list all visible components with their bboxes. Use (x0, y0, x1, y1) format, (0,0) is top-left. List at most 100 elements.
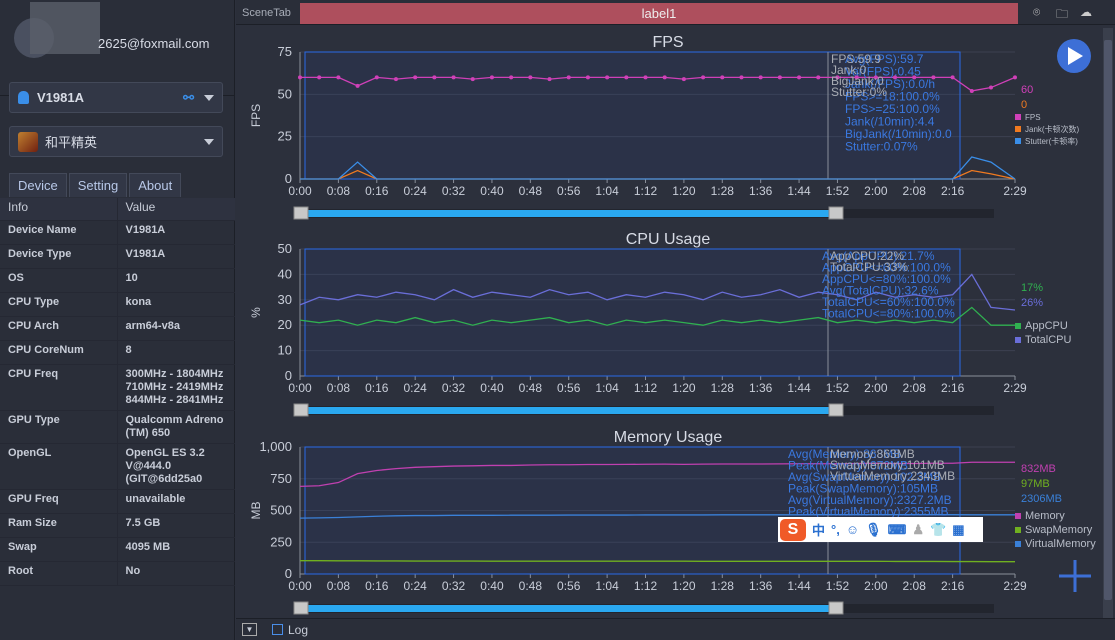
x-tick-label: 2:16 (941, 579, 965, 593)
y-tick-label: 75 (278, 44, 292, 59)
column-header: Value (117, 198, 235, 221)
x-tick-label: 0:16 (365, 381, 389, 395)
chart-title: Memory Usage (614, 429, 723, 446)
x-tick-label: 2:08 (903, 579, 927, 593)
location-icon[interactable]: ⌾ (1033, 5, 1047, 19)
x-tick-label: 1:36 (749, 381, 773, 395)
x-tick-label: 0:24 (403, 184, 427, 198)
range-slider-handle-end[interactable] (828, 206, 844, 220)
scene-tab[interactable]: SceneTab (242, 7, 291, 19)
fps-point (681, 77, 686, 82)
x-tick-label: 1:12 (634, 381, 658, 395)
x-tick-label: 0:08 (327, 184, 351, 198)
y-tick-label: 10 (278, 343, 292, 358)
x-tick-label: 0:24 (403, 381, 427, 395)
x-tick-label: 0:32 (442, 184, 466, 198)
x-tick-label: 1:52 (826, 579, 850, 593)
x-tick-label: 0:16 (365, 579, 389, 593)
emoji-icon[interactable]: ☺ (846, 522, 859, 537)
legend-label: Stutter(卡顿率) (1025, 136, 1078, 146)
x-tick-label: 1:04 (595, 184, 619, 198)
series-line-swapmemory (300, 560, 1015, 563)
log-label: Log (288, 623, 309, 637)
fps-point (547, 77, 552, 82)
fps-point (777, 75, 782, 80)
connect-icon[interactable]: ⚯ (183, 90, 194, 106)
table-header: Info Value (0, 198, 235, 221)
scene-label[interactable]: label1 (300, 3, 1018, 24)
y-tick-label: 20 (278, 317, 292, 332)
ime-punct-toggle[interactable]: °, (831, 522, 840, 537)
range-slider-handle-start[interactable] (293, 403, 309, 417)
x-tick-label: 1:28 (711, 184, 735, 198)
range-slider-handle-end[interactable] (828, 601, 844, 615)
fps-point (605, 75, 610, 80)
info-label: Root (0, 561, 118, 586)
bottom-bar: ▼ Log (236, 618, 1115, 640)
scrollbar-thumb[interactable] (1104, 40, 1112, 600)
folder-icon[interactable]: 🗀 (1056, 5, 1070, 21)
cursor-value: VirtualMemory:2343MB (830, 469, 955, 483)
collapse-dropdown-icon[interactable]: ▼ (242, 623, 257, 636)
current-value: 0 (1021, 99, 1027, 111)
fps-point (950, 75, 955, 80)
range-slider-handle-start[interactable] (293, 601, 309, 615)
x-tick-label: 1:04 (595, 579, 619, 593)
x-tick-label: 0:56 (557, 381, 581, 395)
table-row: Root No (0, 561, 235, 586)
x-tick-label: 2:00 (864, 579, 888, 593)
keyboard-icon[interactable]: ⌨ (888, 522, 907, 538)
current-value: 97MB (1021, 478, 1050, 490)
fps-point (816, 75, 821, 80)
microphone-icon[interactable]: 🎙 (865, 522, 882, 538)
device-select[interactable]: V1981A ⚯ (9, 82, 223, 113)
fps-point (336, 75, 341, 80)
info-value: OpenGL ES 3.2 V@444.0 (GIT@6dd25a0 (117, 443, 235, 490)
legend-label: FPS (1025, 113, 1041, 122)
info-value: 7.5 GB (117, 513, 235, 538)
x-tick-label: 0:48 (519, 184, 543, 198)
cursor-value: Stutter:0% (831, 85, 887, 99)
x-tick-label: 0:40 (480, 184, 504, 198)
user-icon[interactable]: ♟ (912, 522, 924, 538)
vertical-scrollbar[interactable] (1103, 28, 1113, 618)
log-checkbox[interactable] (272, 624, 283, 635)
stat-text: TotalCPU<=80%:100.0% (822, 307, 955, 321)
skin-icon[interactable]: 👕 (930, 522, 946, 538)
tab-setting[interactable]: Setting (68, 173, 128, 197)
info-label: Device Name (0, 220, 118, 245)
fps-point (489, 75, 494, 80)
tab-device[interactable]: Device (9, 173, 67, 197)
range-slider-fill (305, 210, 831, 217)
legend-swatch (1015, 114, 1021, 120)
y-tick-label: 30 (278, 292, 292, 307)
fps-point (451, 75, 456, 80)
x-tick-label: 0:32 (442, 381, 466, 395)
y-tick-label: 250 (270, 534, 292, 549)
info-label: GPU Type (0, 410, 118, 444)
add-icon[interactable] (1059, 560, 1091, 592)
range-slider-fill (305, 605, 831, 612)
app-select[interactable]: 和平精英 (9, 126, 223, 157)
range-slider-handle-start[interactable] (293, 206, 309, 220)
fps-point (509, 75, 514, 80)
cloud-icon[interactable]: ☁ (1080, 5, 1094, 19)
x-tick-label: 0:00 (288, 381, 312, 395)
fps-point (643, 75, 648, 80)
info-label: OpenGL (0, 443, 118, 490)
device-select-value: V1981A (37, 90, 84, 105)
current-value: 60 (1021, 84, 1033, 96)
tab-about[interactable]: About (129, 173, 182, 197)
ime-chinese-toggle[interactable]: 中 (812, 520, 825, 539)
legend-swatch (1015, 527, 1021, 533)
grid-icon[interactable]: ▦ (952, 522, 964, 538)
y-axis-label: % (249, 307, 263, 318)
y-axis-label: MB (249, 502, 263, 520)
y-tick-label: 50 (278, 241, 292, 256)
x-tick-label: 0:00 (288, 579, 312, 593)
info-label: CPU Freq (0, 364, 118, 411)
info-label: Swap (0, 537, 118, 562)
table-row: CPU Arch arm64-v8a (0, 316, 235, 341)
range-slider-handle-end[interactable] (828, 403, 844, 417)
legend-label: AppCPU (1025, 320, 1068, 332)
